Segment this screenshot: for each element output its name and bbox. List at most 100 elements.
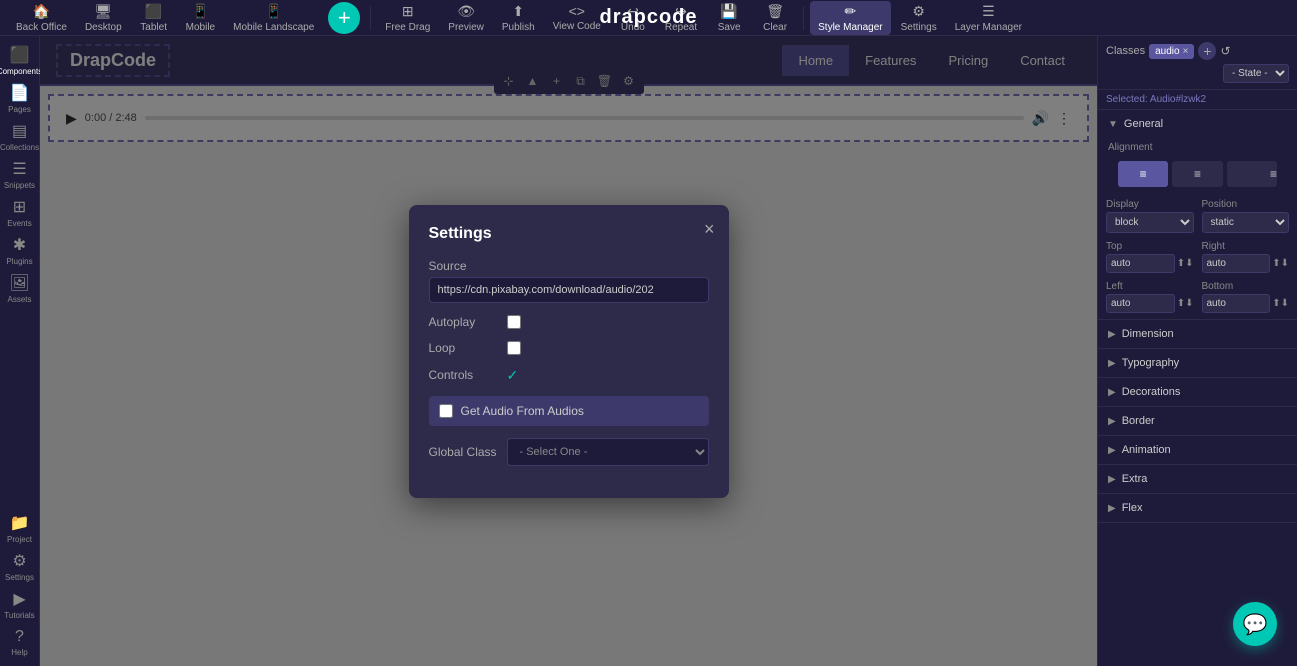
save-icon: 💾	[720, 3, 737, 20]
left-bottom-row: Left ⬆⬇ Bottom ⬆⬇	[1098, 279, 1297, 319]
add-class-button[interactable]: +	[1198, 42, 1216, 60]
decorations-chevron-icon: ▶	[1108, 387, 1116, 398]
class-tag-close[interactable]: ×	[1183, 46, 1189, 57]
section-extra-header[interactable]: ▶ Extra	[1098, 465, 1297, 493]
section-extra: ▶ Extra	[1098, 465, 1297, 494]
top-label: Top	[1106, 241, 1194, 252]
align-left-button[interactable]: ≡	[1118, 161, 1168, 187]
sidebar-item-plugins[interactable]: ✱ Plugins	[2, 232, 38, 268]
toolbar-tablet[interactable]: ⬛ Tablet	[132, 1, 176, 35]
global-class-label: Global Class	[429, 445, 499, 459]
controls-check: ✓	[507, 367, 519, 384]
right-panel: Classes audio × + ↺ - State - Selected: …	[1097, 36, 1297, 666]
top-input[interactable]	[1106, 254, 1175, 273]
bottom-stepper[interactable]: ⬆⬇	[1272, 298, 1289, 309]
plugins-icon: ✱	[13, 235, 26, 255]
bottom-input[interactable]	[1202, 294, 1271, 313]
modal-close-button[interactable]: ×	[704, 219, 715, 240]
refresh-class-button[interactable]: ↺	[1220, 44, 1230, 58]
border-chevron-icon: ▶	[1108, 416, 1116, 427]
controls-row: Controls ✓	[429, 367, 709, 384]
get-audio-row[interactable]: Get Audio From Audios	[429, 396, 709, 426]
section-border: ▶ Border	[1098, 407, 1297, 436]
toolbar-layer-manager[interactable]: ☰ Layer Manager	[947, 1, 1030, 35]
section-flex-header[interactable]: ▶ Flex	[1098, 494, 1297, 522]
sidebar-item-collections[interactable]: ▤ Collections	[2, 118, 38, 154]
section-dimension-header[interactable]: ▶ Dimension	[1098, 320, 1297, 348]
sidebar-item-snippets[interactable]: ☰ Snippets	[2, 156, 38, 192]
display-col: Display block	[1106, 199, 1194, 233]
get-audio-label: Get Audio From Audios	[461, 404, 584, 418]
state-dropdown[interactable]: - State -	[1223, 64, 1289, 83]
loop-checkbox[interactable]	[507, 341, 521, 355]
flex-chevron-icon: ▶	[1108, 503, 1116, 514]
loop-label: Loop	[429, 341, 499, 355]
back-office-icon: 🏠	[33, 3, 50, 20]
view-code-icon: <>	[569, 3, 585, 19]
position-select[interactable]: static	[1202, 212, 1290, 233]
toolbar-publish[interactable]: ⬆ Publish	[494, 1, 543, 35]
source-input[interactable]	[429, 277, 709, 303]
section-animation-header[interactable]: ▶ Animation	[1098, 436, 1297, 464]
toolbar-free-drag[interactable]: ⊞ Free Drag	[377, 1, 438, 35]
toolbar-separator-1	[370, 6, 371, 30]
sidebar-item-pages[interactable]: 📄 Pages	[2, 80, 38, 116]
loop-row: Loop	[429, 341, 709, 355]
classes-label: Classes	[1106, 45, 1145, 57]
top-right-row: Top ⬆⬇ Right ⬆⬇	[1098, 239, 1297, 279]
add-element-button[interactable]: +	[328, 2, 360, 34]
toolbar-clear[interactable]: 🗑 Clear	[753, 1, 797, 35]
sidebar-item-assets[interactable]: 🖼 Assets	[2, 270, 38, 306]
global-class-row: Global Class - Select One -	[429, 438, 709, 466]
autoplay-checkbox[interactable]	[507, 315, 521, 329]
display-select[interactable]: block	[1106, 212, 1194, 233]
sidebar-item-components[interactable]: ⬛ Components	[2, 42, 38, 78]
top-col: Top ⬆⬇	[1106, 241, 1194, 273]
chat-button[interactable]: 💬	[1233, 602, 1277, 646]
sidebar-item-global-settings[interactable]: ⚙ Settings	[2, 548, 38, 584]
get-audio-checkbox[interactable]	[439, 404, 453, 418]
section-decorations-header[interactable]: ▶ Decorations	[1098, 378, 1297, 406]
settings-icon: ⚙	[912, 3, 925, 20]
section-border-header[interactable]: ▶ Border	[1098, 407, 1297, 435]
components-icon: ⬛	[10, 45, 30, 65]
autoplay-row: Autoplay	[429, 315, 709, 329]
section-general-header[interactable]: ▼ General	[1098, 110, 1297, 138]
classes-bar: Classes audio × + ↺ - State -	[1098, 36, 1297, 90]
section-typography-header[interactable]: ▶ Typography	[1098, 349, 1297, 377]
top-stepper[interactable]: ⬆⬇	[1177, 258, 1194, 269]
align-right-button[interactable]: ≡	[1227, 161, 1277, 187]
sidebar-item-help[interactable]: ? Help	[2, 624, 38, 660]
left-label: Left	[1106, 281, 1194, 292]
mobile-icon: 📱	[192, 3, 209, 20]
extra-chevron-icon: ▶	[1108, 474, 1116, 485]
right-stepper[interactable]: ⬆⬇	[1272, 258, 1289, 269]
toolbar-preview[interactable]: 👁 Preview	[440, 1, 492, 35]
toolbar-mobile[interactable]: 📱 Mobile	[178, 1, 223, 35]
toolbar-settings[interactable]: ⚙ Settings	[893, 1, 945, 35]
app-brand: drapcode	[599, 6, 697, 29]
global-class-select[interactable]: - Select One -	[507, 438, 709, 466]
source-field: Source	[429, 259, 709, 303]
typography-chevron-icon: ▶	[1108, 358, 1116, 369]
display-position-row: Display block Position static	[1098, 197, 1297, 239]
tablet-icon: ⬛	[145, 3, 162, 20]
toolbar-back-office[interactable]: 🏠 Back Office	[8, 1, 75, 35]
sidebar-item-tutorials[interactable]: ▶ Tutorials	[2, 586, 38, 622]
toolbar-desktop[interactable]: 🖥 Desktop	[77, 1, 130, 35]
section-general: ▼ General Alignment ≡ ≡ ≡ Display block	[1098, 110, 1297, 320]
collections-icon: ▤	[12, 121, 27, 141]
alignment-label: Alignment	[1108, 142, 1287, 153]
toolbar-mobile-landscape[interactable]: 📱 Mobile Landscape	[225, 1, 322, 35]
left-stepper[interactable]: ⬆⬇	[1177, 298, 1194, 309]
align-center-button[interactable]: ≡	[1172, 161, 1222, 187]
left-sidebar: ⬛ Components 📄 Pages ▤ Collections ☰ Sni…	[0, 36, 40, 666]
toolbar-save[interactable]: 💾 Save	[707, 1, 751, 35]
right-input[interactable]	[1202, 254, 1271, 273]
toolbar-style-manager[interactable]: ✏ Style Manager	[810, 1, 890, 35]
publish-icon: ⬆	[512, 3, 524, 20]
sidebar-item-project[interactable]: 📁 Project	[2, 510, 38, 546]
left-input[interactable]	[1106, 294, 1175, 313]
sidebar-item-events[interactable]: ⊞ Events	[2, 194, 38, 230]
toolbar-separator-2	[803, 6, 804, 30]
